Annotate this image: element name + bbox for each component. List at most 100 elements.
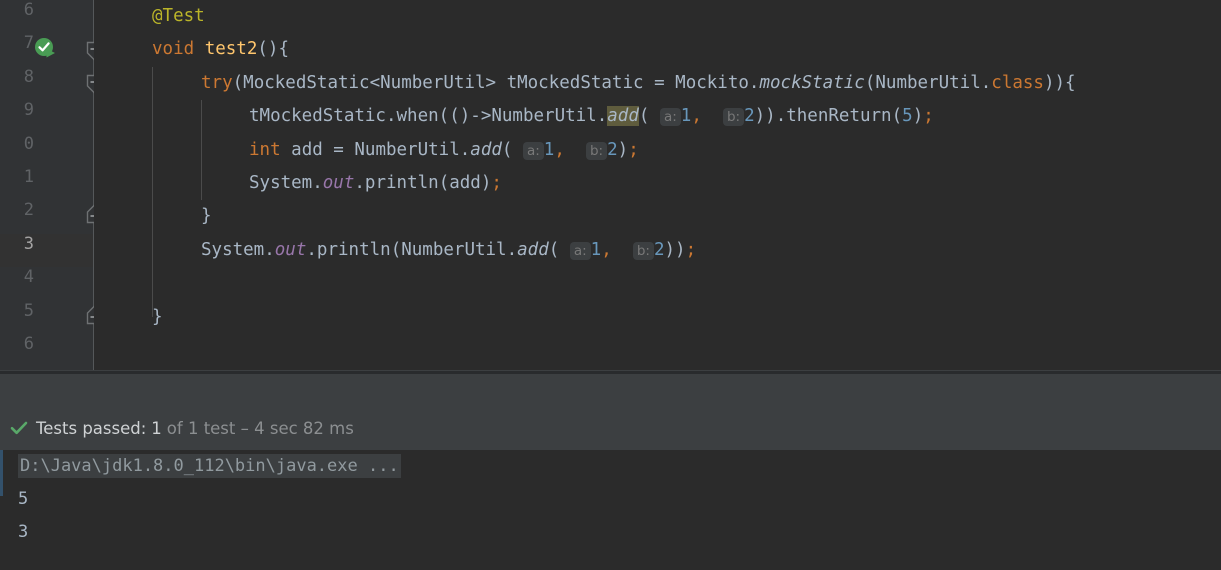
class-system: System (201, 239, 265, 260)
console-output-line: 3 (18, 522, 29, 542)
code-editor[interactable]: 6 7 8 9 0 1 2 3 4 5 6 @Test void test2()… (0, 0, 1221, 370)
method-name-test2: test2 (204, 39, 258, 60)
line-number: 2 (23, 200, 34, 221)
console-output-line: 5 (18, 489, 29, 509)
number-1: 1 (543, 139, 555, 160)
indent-guide (201, 100, 202, 200)
keyword-try: try (201, 72, 233, 93)
punct: (()-> (438, 106, 492, 127)
param-hint-b: b: (722, 108, 745, 127)
code-line-19[interactable]: tMockedStatic.when(()->NumberUtil.add( a… (249, 100, 934, 133)
console-command-text: D:\Java\jdk1.8.0_112\bin\java.exe ... (18, 454, 401, 478)
code-text-area[interactable]: @Test void test2(){ try(MockedStatic<Num… (94, 0, 1221, 370)
class-system: System (249, 173, 313, 193)
code-line-23[interactable]: System.out.println(NumberUtil.add( a: 1, … (201, 234, 696, 267)
ide-window: 6 7 8 9 0 1 2 3 4 5 6 @Test void test2()… (0, 0, 1221, 570)
punct: ( (864, 72, 876, 93)
punct: ) (912, 106, 924, 127)
punct: ( (232, 72, 244, 93)
code-line-17[interactable]: void test2(){ (152, 33, 289, 66)
punct: , (601, 239, 612, 260)
field-out: out (322, 173, 355, 193)
punct: ; (923, 106, 934, 127)
number-2: 2 (744, 106, 755, 127)
type-numberutil: NumberUtil (401, 239, 507, 260)
punct: ( (891, 106, 903, 127)
punct: ; (628, 139, 639, 160)
punct: } (152, 306, 163, 327)
annotation-test: @Test (152, 6, 205, 26)
code-line-20[interactable]: int add = NumberUtil.add( a: 1, b: 2); (249, 134, 639, 167)
var-tmockedstatic: tMockedStatic (506, 72, 644, 93)
console-output[interactable]: D:\Java\jdk1.8.0_112\bin\java.exe ... 5 … (0, 450, 1221, 570)
param-hint-a: a: (659, 108, 681, 127)
code-line-25[interactable]: } (152, 301, 163, 334)
punct (702, 106, 723, 126)
punct: )). (754, 106, 787, 127)
punct: . (312, 173, 323, 193)
console-command-line: D:\Java\jdk1.8.0_112\bin\java.exe ... (18, 450, 401, 483)
punct: . (306, 239, 317, 260)
method-add-highlighted: add (607, 106, 639, 127)
type-numberutil: NumberUtil (354, 139, 460, 160)
punct: . (506, 239, 518, 260)
line-number: 6 (23, 334, 34, 354)
run-tool-window: Tests passed: 1 of 1 test – 4 sec 82 ms … (0, 374, 1221, 570)
number-2: 2 (607, 139, 618, 160)
punct: ( (438, 173, 450, 193)
method-thenreturn: thenReturn (786, 106, 892, 127)
code-line-16[interactable]: @Test (152, 0, 205, 33)
method-println: println (364, 173, 439, 193)
punct: ( (548, 239, 570, 260)
number-2: 2 (653, 239, 665, 260)
param-hint-a: a: (522, 141, 544, 160)
punct: )) (664, 239, 686, 260)
class-mockito: Mockito (675, 72, 749, 93)
test-status-label: Tests passed: (36, 418, 147, 438)
code-line-22[interactable]: } (201, 200, 212, 233)
code-line-21[interactable]: System.out.println(add); (249, 167, 502, 200)
param-hint-a: a: (569, 241, 591, 260)
punct: . (596, 106, 608, 127)
run-test-passed-icon[interactable] (33, 36, 59, 62)
line-number: 7 (23, 33, 34, 54)
line-number: 9 (23, 100, 34, 121)
method-println: println (316, 239, 391, 260)
type-numberutil: NumberUtil (491, 106, 597, 127)
punct: ) (480, 173, 492, 193)
param-hint-b: b: (585, 141, 608, 160)
line-number-current: 3 (23, 233, 34, 254)
test-status-bar: Tests passed: 1 of 1 test – 4 sec 82 ms (0, 410, 1221, 446)
field-out: out (274, 239, 307, 260)
line-number: 0 (23, 133, 34, 154)
param-hint-b: b: (632, 241, 654, 260)
punct: ; (685, 239, 697, 260)
punct: ( (638, 106, 660, 127)
console-accent-stripe (0, 450, 3, 496)
punct: ( (501, 139, 523, 160)
test-status-detail: of 1 test – 4 sec 82 ms (166, 418, 354, 438)
method-add: add (517, 239, 549, 260)
console-left-accent (0, 450, 6, 570)
method-mockstatic: mockStatic (759, 72, 865, 93)
code-line-18[interactable]: try(MockedStatic<NumberUtil> tMockedStat… (201, 67, 1076, 100)
punct: (){ (257, 39, 289, 60)
method-add: add (470, 139, 502, 160)
type-numberutil: NumberUtil (875, 72, 981, 93)
line-number: 6 (23, 0, 34, 20)
punct: . (354, 173, 365, 193)
punct (612, 240, 633, 260)
punct: . (459, 139, 471, 160)
punct: < (369, 72, 381, 93)
punct: )){ (1043, 72, 1076, 93)
keyword-int: int (249, 139, 281, 160)
method-when: when (396, 106, 439, 127)
punct: . (980, 72, 992, 93)
punct: > (485, 72, 507, 93)
punct: ; (491, 173, 502, 193)
punct (565, 140, 586, 160)
punct: . (264, 239, 275, 260)
line-number: 5 (23, 300, 34, 321)
number-1: 1 (590, 239, 602, 260)
punct: . (748, 72, 760, 93)
